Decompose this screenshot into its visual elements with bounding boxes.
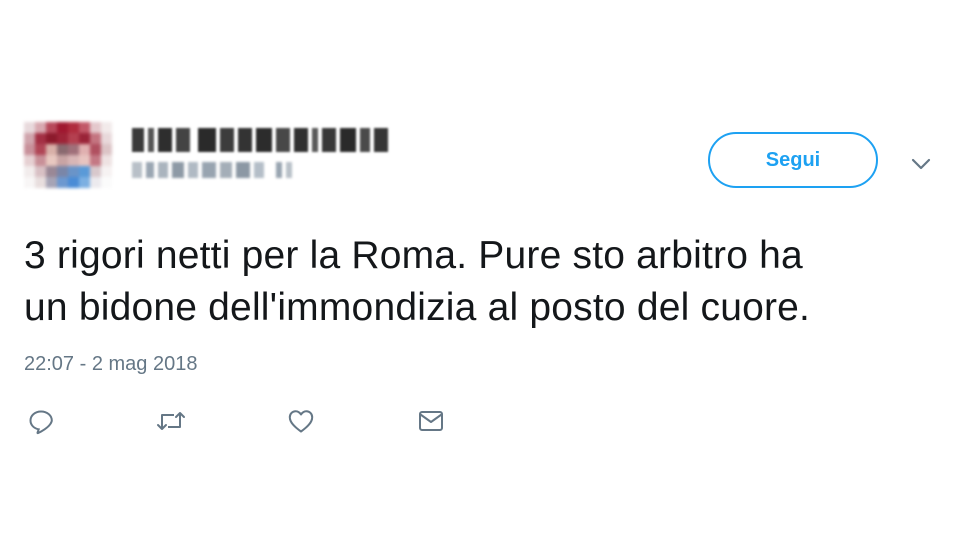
follow-button[interactable]: Segui [708,132,878,188]
follow-button-label: Segui [765,148,821,171]
tweet-text-line: 3 rigori netti per la Roma. Pure sto arb… [24,234,803,277]
direct-message-button[interactable] [414,404,448,438]
like-button[interactable] [284,404,318,438]
tweet-timestamp[interactable]: 22:07 - 2 mag 2018 [24,353,197,376]
reply-button[interactable] [24,404,58,438]
more-options-button[interactable] [906,152,936,176]
reply-icon [29,410,53,435]
tweet-text-line: un bidone dell'immondizia al posto del c… [24,286,811,329]
heart-icon [288,410,314,433]
envelope-icon [419,411,443,431]
chevron-down-icon [911,158,931,170]
retweet-button[interactable] [154,404,188,438]
username-handle-redacted[interactable] [132,162,294,178]
tweet-text: 3 rigori netti per la Roma. Pure sto arb… [24,230,944,334]
tweet-card: Segui 3 rigori netti per la Roma. Pure s… [0,0,978,544]
display-name-redacted[interactable] [132,128,388,152]
retweet-icon [157,412,185,430]
avatar[interactable] [24,122,112,188]
